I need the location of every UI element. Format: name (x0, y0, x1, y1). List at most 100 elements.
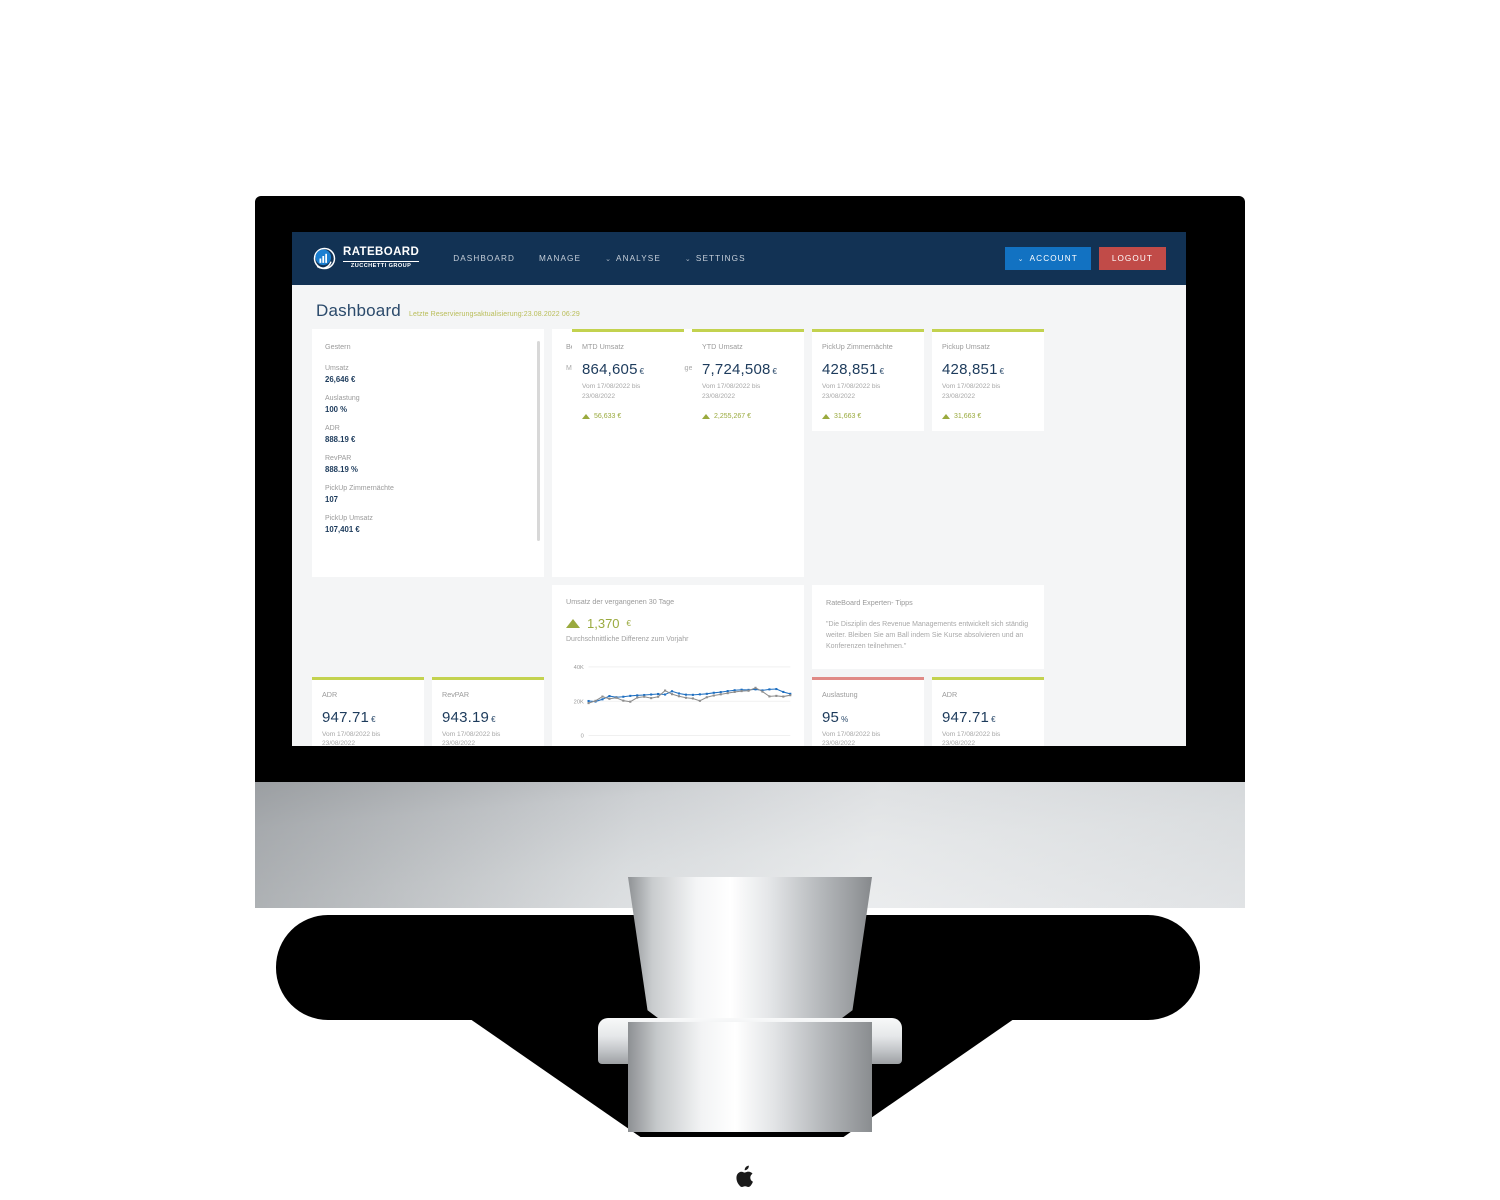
rateboard-app: RATEBOARD ZUCCHETTI GROUP DASHBOARD MANA… (292, 232, 1186, 746)
kpi-value: 864,605 € (582, 361, 674, 378)
arrow-up-icon (582, 413, 590, 419)
kpi-delta: 31,663 € (942, 413, 1034, 420)
last-update-text: Letzte Reservierungsaktualisierung:23.08… (408, 311, 580, 318)
card-body: RevPAR 943.19 € Vom 17/08/2022 bis 23/08/… (432, 680, 544, 746)
kpi-card-pickup-umsatz[interactable]: Pickup Umsatz 428,851 € Vom 17/08/2022 bi… (932, 329, 1044, 431)
monitor-stand-foot (628, 1022, 872, 1132)
kpi-delta-text: 31,663 € (954, 412, 982, 420)
kpi-delta: 2,255,267 € (702, 413, 794, 420)
revenue-line-chart[interactable]: 0 20K 40K (552, 643, 804, 746)
kpi-number: 947.71 (322, 708, 370, 726)
card-body: Auslastung 95% Vom 17/08/2022 bis 23/08/… (812, 680, 924, 746)
stat-key: PickUp Umsatz (325, 515, 373, 522)
kpi-delta-text: 31,663 € (834, 412, 862, 420)
nav-item-settings[interactable]: ⌄ SETTINGS (673, 254, 758, 263)
stat-value: 888.19 % (325, 465, 358, 474)
stat-value: 100 % (325, 405, 348, 414)
kpi-card-mtd-umsatz[interactable]: MTD Umsatz 864,605 € Vom 17/08/2022 bis 2… (572, 329, 684, 431)
kpi-unit: € (991, 714, 996, 724)
brand-text: RATEBOARD ZUCCHETTI GROUP (343, 246, 420, 269)
stat-key: Umsatz (325, 365, 349, 372)
stat-row-pickup-zimmernaechte: PickUp Zimmernächte 107 (325, 485, 531, 504)
arrow-up-icon (566, 619, 580, 628)
kpi-value: 428,851 € (942, 361, 1034, 378)
kpi-number: 95 (822, 708, 840, 726)
dashboard-grid: Gestern Umsatz 26,646 € Auslastung 100 %… (292, 329, 1186, 746)
stat-key: RevPAR (325, 455, 352, 462)
kpi-unit: € (772, 367, 778, 376)
kpi-delta: 56,633 € (582, 413, 674, 420)
kpi-range: Vom 17/08/2022 bis 23/08/2022 (702, 383, 761, 400)
revenue-delta-value: 1,370 (587, 616, 620, 631)
chevron-down-icon: ⌄ (684, 255, 692, 263)
kpi-card-adr-left[interactable]: ADR 947.71 € Vom 17/08/2022 bis 23/08/202… (312, 676, 424, 746)
kpi-value: 428,851 € (822, 361, 914, 378)
stat-value: 888.19 € (325, 435, 356, 444)
kpi-unit: € (999, 367, 1005, 376)
stat-row-auslastung: Auslastung 100 % (325, 395, 531, 414)
kpi-card-revpar[interactable]: RevPAR 943.19 € Vom 17/08/2022 bis 23/08/… (432, 676, 544, 746)
nav-label-manage: MANAGE (538, 254, 582, 263)
monitor-stand-neck (628, 877, 872, 1032)
nav-label-dashboard: DASHBOARD (453, 254, 515, 263)
kpi-label: Auslastung (822, 689, 858, 699)
card-body: ADR 947.71 € Vom 17/08/2022 bis 23/08/202… (932, 680, 1044, 746)
stat-value: 26,646 € (325, 375, 356, 384)
kpi-label: PickUp Zimmernächte (822, 342, 893, 351)
nav-item-analyse[interactable]: ⌄ ANALYSE (593, 254, 673, 263)
nav-label-analyse: ANALYSE (616, 254, 661, 263)
kpi-range: Vom 17/08/2022 bis 23/08/2022 (942, 383, 1001, 400)
brand-logo[interactable]: RATEBOARD ZUCCHETTI GROUP (312, 246, 420, 271)
account-button[interactable]: ⌄ ACCOUNT (1004, 247, 1091, 270)
kpi-value: 7,724,508 € (702, 361, 794, 378)
chart-svg: 0 20K 40K (574, 665, 792, 740)
kpi-number: 428,851 (942, 361, 998, 378)
revenue-chart-delta: 1,370 € (552, 606, 804, 631)
kpi-delta-text: 2,255,267 € (714, 412, 751, 420)
gestern-scrollbar[interactable] (537, 341, 540, 541)
monitor-mockup: RATEBOARD ZUCCHETTI GROUP DASHBOARD MANA… (0, 0, 1500, 1200)
kpi-value: 947.71 € (942, 709, 1034, 726)
svg-text:40K: 40K (574, 665, 584, 671)
gestern-title: Gestern (325, 342, 351, 351)
logout-button[interactable]: LOGOUT (1098, 247, 1166, 270)
kpi-number: 947.71 (942, 708, 990, 726)
apple-logo-icon (736, 1165, 753, 1187)
nav-item-dashboard[interactable]: DASHBOARD (441, 254, 527, 263)
kpi-unit: € (371, 714, 376, 724)
card-body: ADR 947.71 € Vom 17/08/2022 bis 23/08/202… (312, 680, 424, 746)
stat-value: 107,401 € (325, 525, 360, 534)
nav-item-manage[interactable]: MANAGE (527, 254, 593, 263)
expert-tips-card: RateBoard Experten- Tipps "Die Disziplin… (812, 585, 1044, 669)
kpi-range: Vom 17/08/2022 bis 23/08/2022 (582, 383, 641, 400)
kpi-number: 864,605 (582, 361, 638, 378)
nav-label-settings: SETTINGS (695, 254, 746, 263)
kpi-value: 947.71 € (322, 709, 414, 726)
svg-text:0: 0 (581, 734, 584, 740)
chevron-down-icon: ⌄ (605, 255, 613, 263)
brand-name: RATEBOARD (343, 246, 420, 259)
kpi-card-ytd-umsatz[interactable]: YTD Umsatz 7,724,508 € Vom 17/08/2022 bis… (692, 329, 804, 431)
revenue-chart-title: Umsatz der vergangenen 30 Tage (566, 597, 675, 606)
kpi-range: Vom 17/08/2022 bis 23/08/2022 (822, 383, 881, 400)
top-navbar: RATEBOARD ZUCCHETTI GROUP DASHBOARD MANA… (292, 232, 1186, 285)
account-button-label: ACCOUNT (1029, 254, 1078, 263)
kpi-delta: 31,663 € (822, 413, 914, 420)
expert-tips-title: RateBoard Experten- Tipps (826, 598, 913, 607)
kpi-card-adr-right[interactable]: ADR 947.71 € Vom 17/08/2022 bis 23/08/202… (932, 676, 1044, 746)
brand-subtitle: ZUCCHETTI GROUP (350, 262, 412, 269)
kpi-card-auslastung[interactable]: Auslastung 95% Vom 17/08/2022 bis 23/08/… (812, 676, 924, 746)
kpi-card-pickup-zimmernaechte[interactable]: PickUp Zimmernächte 428,851 € Vom 17/08/2… (812, 329, 924, 431)
kpi-unit: % (841, 714, 849, 724)
gestern-inner: Gestern Umsatz 26,646 € Auslastung 100 %… (312, 329, 544, 534)
logout-button-label: LOGOUT (1111, 254, 1153, 263)
gestern-panel: Gestern Umsatz 26,646 € Auslastung 100 %… (312, 329, 544, 577)
stat-key: PickUp Zimmernächte (325, 485, 394, 492)
arrow-up-icon (702, 413, 710, 419)
kpi-number: 428,851 (822, 361, 878, 378)
kpi-value: 943.19 € (442, 709, 534, 726)
kpi-label: YTD Umsatz (702, 342, 743, 351)
stat-row-pickup-umsatz: PickUp Umsatz 107,401 € (325, 515, 531, 534)
kpi-label: ADR (322, 689, 338, 699)
page-header: Dashboard Letzte Reservierungsaktualisie… (292, 285, 1186, 329)
